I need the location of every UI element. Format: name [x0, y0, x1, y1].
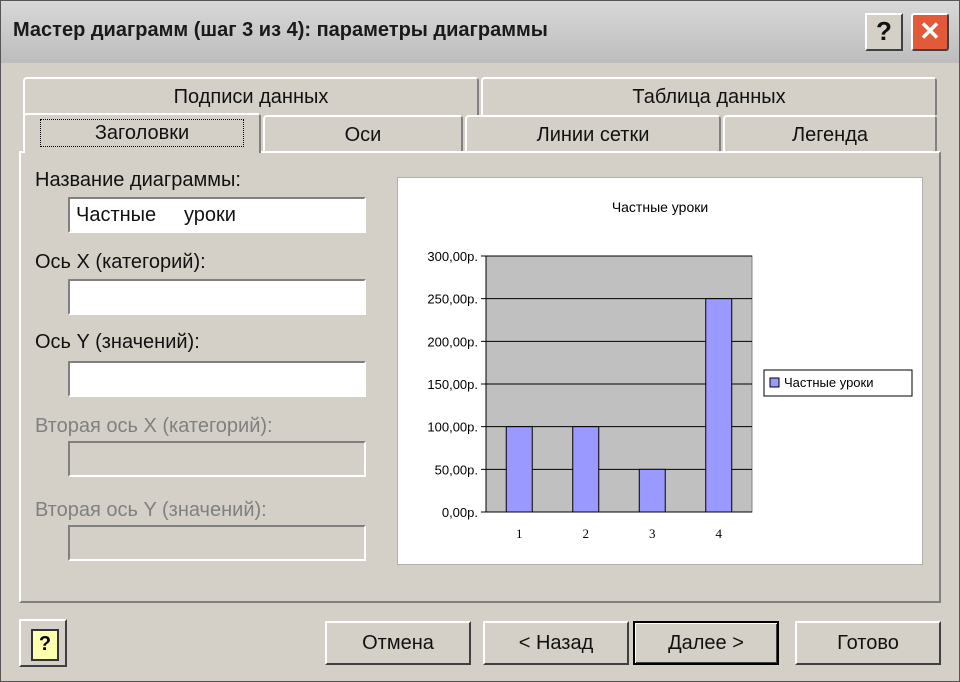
legend-swatch	[769, 377, 780, 388]
bar	[572, 426, 600, 513]
secondary-x-axis-input	[68, 441, 366, 477]
window-title: Мастер диаграмм (шаг 3 из 4): параметры …	[13, 19, 548, 41]
tab-data-table[interactable]: Таблица данных	[481, 77, 937, 115]
x-tick-label: 3	[649, 526, 656, 541]
bar	[505, 426, 533, 513]
close-icon[interactable]: ✕	[911, 13, 949, 51]
title-bar[interactable]: Мастер диаграмм (шаг 3 из 4): параметры …	[1, 1, 959, 63]
x-axis-label: Ось X (категорий):	[35, 251, 206, 273]
y-tick-label: 0,00р.	[442, 505, 478, 520]
secondary-y-axis-label: Вторая ось Y (значений):	[35, 499, 267, 521]
bar	[705, 298, 733, 513]
chart-svg: Частные уроки 0,00р. 50,00р. 100,00р. 150,00…	[427, 199, 913, 541]
y-tick-label: 300,00р.	[427, 249, 478, 264]
legend-label: Частные уроки	[784, 375, 873, 390]
tab-axes[interactable]: Оси	[263, 115, 463, 153]
y-tick-label: 250,00р.	[427, 292, 478, 307]
next-button[interactable]: Далее >	[633, 621, 779, 665]
tab-titles[interactable]: Заголовки	[23, 113, 261, 153]
y-tick-label: 50,00р.	[435, 462, 478, 477]
chart-title-input[interactable]	[68, 197, 366, 233]
chart-wizard-dialog: Мастер диаграмм (шаг 3 из 4): параметры …	[0, 0, 960, 682]
x-tick-label: 2	[583, 526, 590, 541]
secondary-x-axis-label: Вторая ось X (категорий):	[35, 415, 273, 437]
help-assistant-icon: ?	[31, 629, 59, 661]
finish-button[interactable]: Готово	[795, 621, 941, 665]
secondary-y-axis-input	[68, 525, 366, 561]
x-axis-input[interactable]	[68, 279, 366, 315]
tab-legend[interactable]: Легенда	[723, 115, 937, 153]
y-tick-label: 200,00р.	[427, 334, 478, 349]
tab-gridlines[interactable]: Линии сетки	[465, 115, 721, 153]
y-axis-input[interactable]	[68, 361, 366, 397]
help-question-icon[interactable]: ?	[865, 13, 903, 51]
chart-title: Частные уроки	[612, 199, 708, 215]
y-axis-label: Ось Y (значений):	[35, 331, 200, 353]
cancel-button[interactable]: Отмена	[325, 621, 471, 665]
back-button[interactable]: < Назад	[483, 621, 629, 665]
y-tick-label: 100,00р.	[427, 420, 478, 435]
chart-title-label: Название диаграммы:	[35, 169, 241, 191]
y-tick-label: 150,00р.	[427, 377, 478, 392]
tab-data-labels[interactable]: Подписи данных	[23, 77, 479, 115]
chart-preview: Частные уроки 0,00р. 50,00р. 100,00р. 150,00…	[397, 177, 923, 565]
bar	[638, 468, 666, 513]
office-assistant-button[interactable]: ?	[19, 619, 67, 667]
x-tick-label: 4	[716, 526, 723, 541]
x-tick-label: 1	[516, 526, 523, 541]
